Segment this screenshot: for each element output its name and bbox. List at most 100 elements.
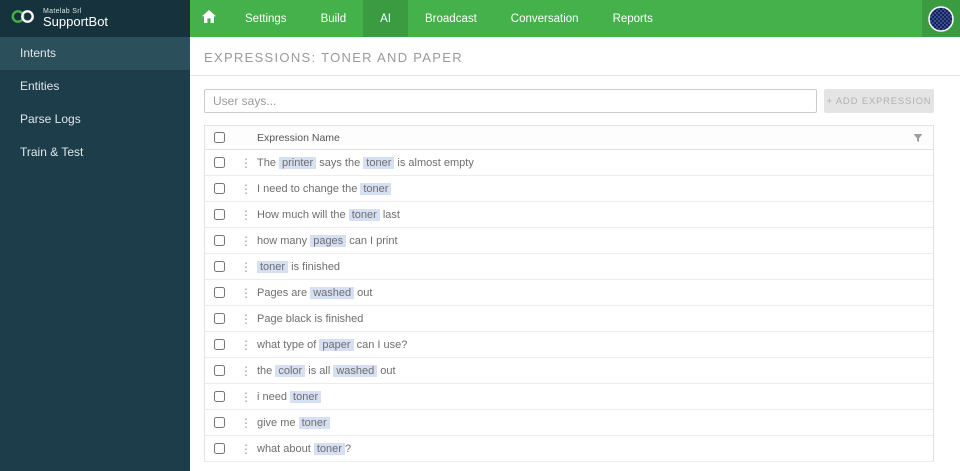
- row-menu-icon[interactable]: ⋮: [235, 260, 257, 274]
- row-menu-icon[interactable]: ⋮: [235, 364, 257, 378]
- expression-text: toner is finished: [257, 260, 933, 273]
- nav-item-label: Conversation: [510, 12, 579, 25]
- expression-plain-text: how many: [257, 234, 311, 247]
- row-checkbox[interactable]: [214, 183, 225, 194]
- table-row: ⋮ Pages are washed out: [205, 280, 933, 306]
- user-says-input[interactable]: [204, 89, 817, 113]
- expression-plain-text: what type of: [257, 338, 320, 351]
- expression-plain-text: give me: [257, 416, 299, 429]
- entity-highlight: pages: [310, 234, 347, 247]
- expression-plain-text: says the: [316, 156, 364, 169]
- sidebar-item-label: Train & Test: [20, 145, 84, 159]
- brand: Matelab Srl SupportBot: [0, 0, 190, 37]
- expression-table-body: ⋮ The printer says the toner is almost e…: [205, 150, 933, 462]
- entity-highlight: toner: [298, 416, 330, 429]
- entity-highlight: toner: [290, 390, 322, 403]
- expression-table-header: Expression Name: [205, 126, 933, 150]
- row-menu-icon[interactable]: ⋮: [235, 442, 257, 456]
- row-checkbox[interactable]: [214, 365, 225, 376]
- row-checkbox[interactable]: [214, 313, 225, 324]
- expression-text: Pages are washed out: [257, 286, 933, 299]
- entity-highlight: toner: [257, 260, 289, 273]
- row-menu-icon[interactable]: ⋮: [235, 286, 257, 300]
- brand-product: SupportBot: [43, 14, 109, 30]
- table-row: ⋮ toner is finished: [205, 254, 933, 280]
- table-row: ⋮ i need toner: [205, 384, 933, 410]
- nav-item-ai[interactable]: AI: [363, 0, 409, 37]
- row-checkbox[interactable]: [214, 417, 225, 428]
- account-avatar[interactable]: [922, 0, 960, 37]
- row-checkbox[interactable]: [214, 287, 225, 298]
- entity-highlight: washed: [333, 364, 378, 377]
- add-expression-button[interactable]: + ADD EXPRESSION: [824, 89, 934, 113]
- entity-highlight: color: [275, 364, 306, 377]
- row-checkbox[interactable]: [214, 157, 225, 168]
- entity-highlight: toner: [348, 208, 380, 221]
- expression-plain-text: Pages are: [257, 286, 311, 299]
- row-menu-icon[interactable]: ⋮: [235, 156, 257, 170]
- nav-item-settings[interactable]: Settings: [228, 0, 304, 37]
- expression-plain-text: out: [354, 286, 373, 299]
- row-checkbox[interactable]: [214, 261, 225, 272]
- expression-table: Expression Name ⋮ The printer says the t…: [204, 125, 934, 462]
- page-title: EXPRESSIONS: TONER AND PAPER: [204, 50, 463, 65]
- table-row: ⋮ how many pages can I print: [205, 228, 933, 254]
- row-checkbox[interactable]: [214, 209, 225, 220]
- row-menu-icon[interactable]: ⋮: [235, 416, 257, 430]
- nav-item-label: Build: [320, 12, 347, 25]
- topbar: Matelab Srl SupportBot Settings Build AI…: [0, 0, 960, 37]
- nav-item-broadcast[interactable]: Broadcast: [408, 0, 494, 37]
- select-all-checkbox[interactable]: [214, 132, 225, 143]
- table-row: ⋮ what about toner?: [205, 436, 933, 462]
- filter-icon[interactable]: [913, 133, 923, 143]
- row-checkbox[interactable]: [214, 235, 225, 246]
- avatar-globe-icon: [928, 5, 954, 32]
- expression-text: what about toner?: [257, 442, 933, 455]
- entity-highlight: washed: [310, 286, 355, 299]
- entity-highlight: toner: [363, 156, 395, 169]
- row-menu-icon[interactable]: ⋮: [235, 182, 257, 196]
- sidebar-item-intents[interactable]: Intents: [0, 37, 190, 70]
- row-menu-icon[interactable]: ⋮: [235, 208, 257, 222]
- sidebar-item-label: Intents: [20, 46, 57, 60]
- row-checkbox[interactable]: [214, 391, 225, 402]
- expression-text: The printer says the toner is almost emp…: [257, 156, 933, 169]
- table-row: ⋮ give me toner: [205, 410, 933, 436]
- row-menu-icon[interactable]: ⋮: [235, 312, 257, 326]
- nav-home-button[interactable]: [190, 0, 228, 37]
- nav-item-reports[interactable]: Reports: [596, 0, 670, 37]
- entity-highlight: printer: [279, 156, 317, 169]
- page-header: EXPRESSIONS: TONER AND PAPER: [190, 37, 960, 76]
- expression-plain-text: ?: [344, 442, 352, 455]
- nav-item-label: Reports: [612, 12, 653, 25]
- nav-item-conversation[interactable]: Conversation: [494, 0, 596, 37]
- expression-plain-text: The: [257, 156, 280, 169]
- entity-highlight: toner: [313, 442, 345, 455]
- expression-text: give me toner: [257, 416, 933, 429]
- expression-plain-text: out: [377, 364, 396, 377]
- row-checkbox[interactable]: [214, 443, 225, 454]
- expression-plain-text: Page black is finished: [257, 312, 364, 325]
- row-menu-icon[interactable]: ⋮: [235, 338, 257, 352]
- logo-icon: [10, 9, 36, 29]
- row-menu-icon[interactable]: ⋮: [235, 390, 257, 404]
- sidebar-item-parse-logs[interactable]: Parse Logs: [0, 103, 190, 136]
- expression-plain-text: How much will the: [257, 208, 349, 221]
- table-row: ⋮ I need to change the toner: [205, 176, 933, 202]
- table-row: ⋮ what type of paper can I use?: [205, 332, 933, 358]
- sidebar-item-entities[interactable]: Entities: [0, 70, 190, 103]
- nav-item-label: AI: [380, 12, 392, 25]
- main-content: EXPRESSIONS: TONER AND PAPER + ADD EXPRE…: [190, 37, 960, 471]
- table-row: ⋮ The printer says the toner is almost e…: [205, 150, 933, 176]
- expression-plain-text: last: [379, 208, 400, 221]
- expression-text: the color is all washed out: [257, 364, 933, 377]
- expression-plain-text: can I use?: [353, 338, 408, 351]
- expression-text: how many pages can I print: [257, 234, 933, 247]
- expression-text: i need toner: [257, 390, 933, 403]
- sidebar-item-train-test[interactable]: Train & Test: [0, 136, 190, 169]
- row-menu-icon[interactable]: ⋮: [235, 234, 257, 248]
- table-row: ⋮ Page black is finished: [205, 306, 933, 332]
- nav-item-build[interactable]: Build: [304, 0, 364, 37]
- expression-name-header: Expression Name: [257, 131, 340, 144]
- row-checkbox[interactable]: [214, 339, 225, 350]
